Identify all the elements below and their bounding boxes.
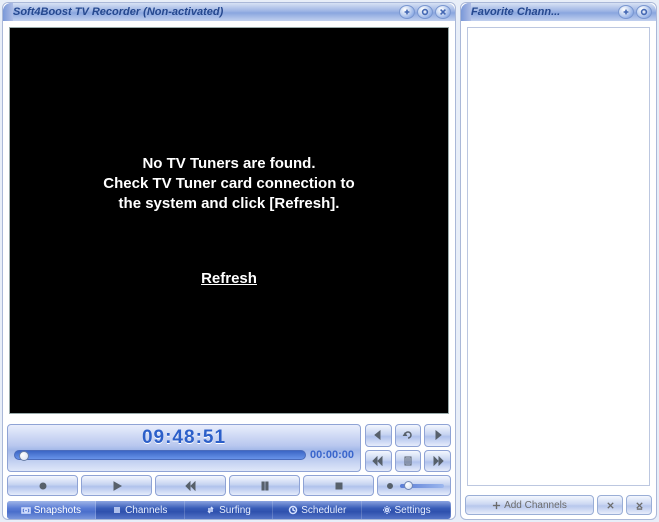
volume-control[interactable] xyxy=(377,475,451,496)
clock-display: 09:48:51 xyxy=(14,427,354,449)
add-channels-label: Add Channels xyxy=(504,500,567,511)
tab-label: Scheduler xyxy=(301,505,346,516)
tab-label: Snapshots xyxy=(34,505,81,516)
x-bar-icon xyxy=(635,501,644,510)
clear-channels-button[interactable] xyxy=(626,495,652,515)
list-button[interactable] xyxy=(395,450,422,473)
nav-cycle-button[interactable] xyxy=(395,424,422,447)
skip-back-button[interactable] xyxy=(365,450,392,473)
clock-panel: 09:48:51 00:00:00 xyxy=(7,424,361,472)
close-button[interactable] xyxy=(435,5,451,19)
no-tuner-message: No TV Tuners are found. Check TV Tuner c… xyxy=(103,154,354,215)
refresh-link[interactable]: Refresh xyxy=(201,270,257,287)
seek-knob[interactable] xyxy=(19,451,29,461)
side-minimize-button[interactable] xyxy=(618,5,634,19)
tab-settings[interactable]: Settings xyxy=(362,501,451,519)
tab-channels[interactable]: Channels xyxy=(96,501,185,519)
tab-surfing[interactable]: Surfing xyxy=(185,501,274,519)
stop-button[interactable] xyxy=(303,475,374,496)
favorite-channels-list[interactable] xyxy=(467,27,650,486)
favorite-channels-window: Favorite Chann... Add Channels xyxy=(460,2,657,520)
plus-icon xyxy=(492,501,501,510)
side-footer: Add Channels xyxy=(461,492,656,519)
record-button[interactable] xyxy=(7,475,78,496)
scroll-hint xyxy=(439,34,447,407)
swap-icon xyxy=(206,505,216,515)
main-titlebar[interactable]: Soft4Boost TV Recorder (Non-activated) xyxy=(3,3,455,21)
camera-icon xyxy=(21,505,31,515)
main-window: Soft4Boost TV Recorder (Non-activated) N… xyxy=(2,2,456,520)
time-counter: 00:00:00 xyxy=(310,449,354,461)
side-titlebar[interactable]: Favorite Chann... xyxy=(461,3,656,21)
side-title: Favorite Chann... xyxy=(471,6,616,18)
msg-line: Check TV Tuner card connection to xyxy=(103,174,354,194)
volume-knob[interactable] xyxy=(404,481,413,490)
side-close-button[interactable] xyxy=(636,5,652,19)
skip-fwd-button[interactable] xyxy=(424,450,451,473)
tab-snapshots[interactable]: Snapshots xyxy=(7,501,96,519)
nav-block xyxy=(365,424,451,472)
seek-bar[interactable] xyxy=(14,450,306,460)
x-icon xyxy=(606,501,615,510)
add-channels-button[interactable]: Add Channels xyxy=(465,495,594,515)
bottom-tabbar: Snapshots Channels Surfing Scheduler Set… xyxy=(7,501,451,519)
msg-line: the system and click [Refresh]. xyxy=(103,194,354,214)
gear-icon xyxy=(382,505,392,515)
tab-scheduler[interactable]: Scheduler xyxy=(273,501,362,519)
volume-track[interactable] xyxy=(400,484,444,488)
rewind-button[interactable] xyxy=(155,475,226,496)
video-viewport: No TV Tuners are found. Check TV Tuner c… xyxy=(9,27,449,414)
msg-line: No TV Tuners are found. xyxy=(103,154,354,174)
maximize-button[interactable] xyxy=(417,5,433,19)
controls-area: 09:48:51 00:00:00 xyxy=(3,420,455,519)
nav-right-button[interactable] xyxy=(424,424,451,447)
play-button[interactable] xyxy=(81,475,152,496)
tab-label: Surfing xyxy=(219,505,251,516)
dot-icon xyxy=(384,481,396,491)
main-title: Soft4Boost TV Recorder (Non-activated) xyxy=(13,6,397,18)
delete-channel-button[interactable] xyxy=(597,495,623,515)
tab-label: Settings xyxy=(395,505,431,516)
tab-label: Channels xyxy=(125,505,167,516)
minimize-button[interactable] xyxy=(399,5,415,19)
list-icon xyxy=(112,505,122,515)
clock-icon xyxy=(288,505,298,515)
pause-button[interactable] xyxy=(229,475,300,496)
nav-left-button[interactable] xyxy=(365,424,392,447)
